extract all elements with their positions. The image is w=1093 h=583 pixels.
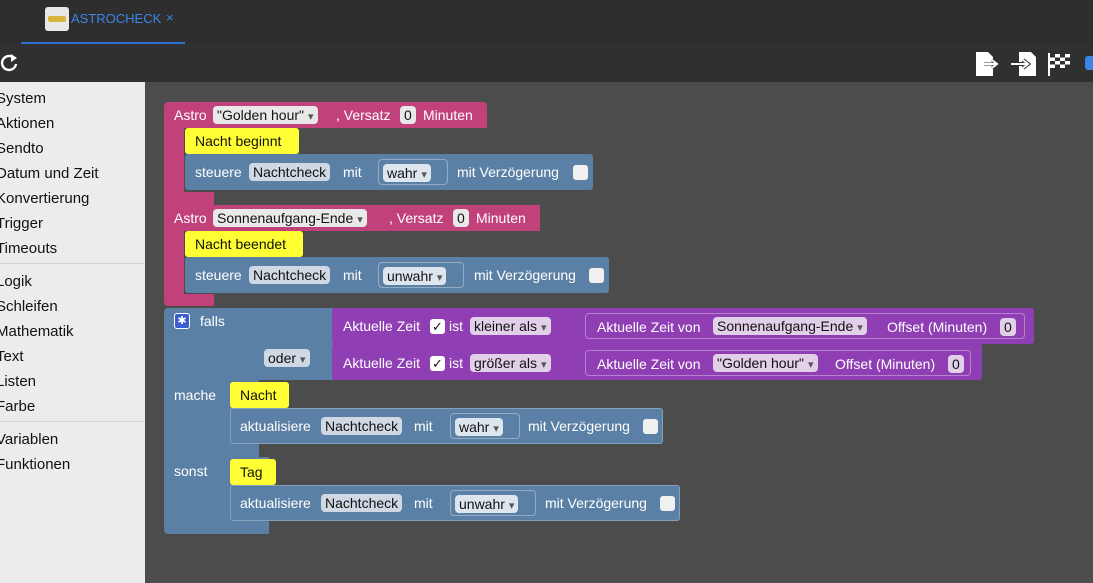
category-variablen[interactable]: Variablen <box>0 431 58 448</box>
if-condition-area <box>259 308 334 380</box>
steuere-label: steuere <box>195 164 242 180</box>
astro-block-footer <box>164 192 214 206</box>
category-schleifen[interactable]: Schleifen <box>0 298 58 315</box>
aktualisiere-label: aktualisiere <box>240 418 311 434</box>
mit-label: mit <box>343 267 362 283</box>
minuten-label: Minuten <box>476 210 526 226</box>
astro-event-dropdown[interactable]: "Golden hour" <box>213 106 318 124</box>
event-dropdown[interactable]: Sonnenaufgang-Ende <box>713 317 867 335</box>
aktualisiere-label: aktualisiere <box>240 495 311 511</box>
tab-bar: ASTROCHECK × <box>0 0 1093 44</box>
script-logo-icon <box>45 7 69 31</box>
condition-checkbox[interactable]: ✓ <box>430 356 445 371</box>
category-funktionen[interactable]: Funktionen <box>0 456 70 473</box>
mache-label: mache <box>174 387 217 403</box>
current-time-label: Aktuelle Zeit <box>343 318 421 334</box>
category-trigger[interactable]: Trigger <box>0 215 43 232</box>
offset-field[interactable]: 0 <box>948 355 964 373</box>
gear-icon[interactable]: ✱ <box>174 313 190 329</box>
category-listen[interactable]: Listen <box>0 373 36 390</box>
category-divider <box>0 263 145 264</box>
delay-checkbox[interactable] <box>660 496 675 511</box>
category-aktionen[interactable]: Aktionen <box>0 115 54 132</box>
category-timeouts[interactable]: Timeouts <box>0 240 57 257</box>
comment-block[interactable]: Nacht beginnt <box>185 128 299 154</box>
current-time-label: Aktuelle Zeit <box>343 355 421 371</box>
category-system[interactable]: System <box>0 90 46 107</box>
variable-field[interactable]: Nachtcheck <box>321 494 403 512</box>
compare-operator-dropdown[interactable]: kleiner als <box>470 317 551 335</box>
delay-label: mit Verzögerung <box>474 267 576 283</box>
panel-handle-icon[interactable] <box>1085 56 1093 70</box>
falls-label: falls <box>200 313 225 329</box>
delay-label: mit Verzögerung <box>545 495 647 511</box>
category-logik[interactable]: Logik <box>0 273 32 290</box>
compare-operator-dropdown[interactable]: größer als <box>470 354 551 372</box>
category-mathematik[interactable]: Mathematik <box>0 323 74 340</box>
astro-label: Astro <box>174 107 207 123</box>
block-category-sidebar: System Aktionen Sendto Datum und Zeit Ko… <box>0 82 145 583</box>
ist-label: ist <box>449 318 463 334</box>
offset-label: Offset (Minuten) <box>887 319 988 335</box>
delay-label: mit Verzögerung <box>457 164 559 180</box>
astro-block-footer <box>164 294 214 306</box>
category-text[interactable]: Text <box>0 348 24 365</box>
import-icon[interactable] <box>1009 50 1037 78</box>
mit-label: mit <box>343 164 362 180</box>
offset-field[interactable]: 0 <box>400 106 416 124</box>
boolean-dropdown[interactable]: unwahr <box>455 495 519 513</box>
checkered-flag-icon[interactable] <box>1045 50 1073 78</box>
versatz-label: , Versatz <box>336 107 391 123</box>
steuere-label: steuere <box>195 267 242 283</box>
export-icon[interactable] <box>972 50 1000 78</box>
boolean-dropdown[interactable]: wahr <box>383 164 431 182</box>
versatz-label: , Versatz <box>389 210 444 226</box>
boolean-dropdown[interactable]: wahr <box>455 418 503 436</box>
comment-block[interactable]: Tag <box>230 459 276 485</box>
category-farbe[interactable]: Farbe <box>0 398 35 415</box>
category-divider <box>0 421 145 422</box>
category-konvertierung[interactable]: Konvertierung <box>0 190 89 207</box>
delay-checkbox[interactable] <box>573 165 588 180</box>
mit-label: mit <box>414 495 433 511</box>
delay-label: mit Verzögerung <box>528 418 630 434</box>
category-datum-und-zeit[interactable]: Datum und Zeit <box>0 165 99 182</box>
offset-field[interactable]: 0 <box>453 209 469 227</box>
tab-label: ASTROCHECK <box>71 11 162 26</box>
comment-block[interactable]: Nacht <box>230 382 289 408</box>
event-dropdown[interactable]: "Golden hour" <box>713 354 818 372</box>
variable-field[interactable]: Nachtcheck <box>249 163 331 181</box>
comment-block[interactable]: Nacht beendet <box>185 231 303 257</box>
offset-label: Offset (Minuten) <box>835 356 936 372</box>
time-of-label: Aktuelle Zeit von <box>597 356 701 372</box>
delay-checkbox[interactable] <box>589 268 604 283</box>
blockly-workspace[interactable]: Astro "Golden hour" , Versatz 0 Minuten … <box>145 82 1093 583</box>
offset-field[interactable]: 0 <box>1000 318 1016 336</box>
tab-astrocheck[interactable]: ASTROCHECK × <box>21 0 185 44</box>
variable-field[interactable]: Nachtcheck <box>249 266 331 284</box>
minuten-label: Minuten <box>423 107 473 123</box>
toolbar <box>0 44 1093 82</box>
ist-label: ist <box>449 355 463 371</box>
tab-close-icon[interactable]: × <box>166 10 174 25</box>
astro-event-dropdown[interactable]: Sonnenaufgang-Ende <box>213 209 367 227</box>
astro-label: Astro <box>174 210 207 226</box>
condition-checkbox[interactable]: ✓ <box>430 319 445 334</box>
time-of-label: Aktuelle Zeit von <box>597 319 701 335</box>
logic-operator-dropdown[interactable]: oder <box>264 349 310 367</box>
refresh-icon[interactable] <box>0 52 20 74</box>
astro-block-spine <box>164 231 184 301</box>
boolean-dropdown[interactable]: unwahr <box>383 267 447 285</box>
delay-checkbox[interactable] <box>643 419 658 434</box>
sonst-label: sonst <box>174 463 208 479</box>
category-sendto[interactable]: Sendto <box>0 140 44 157</box>
variable-field[interactable]: Nachtcheck <box>321 417 403 435</box>
mit-label: mit <box>414 418 433 434</box>
